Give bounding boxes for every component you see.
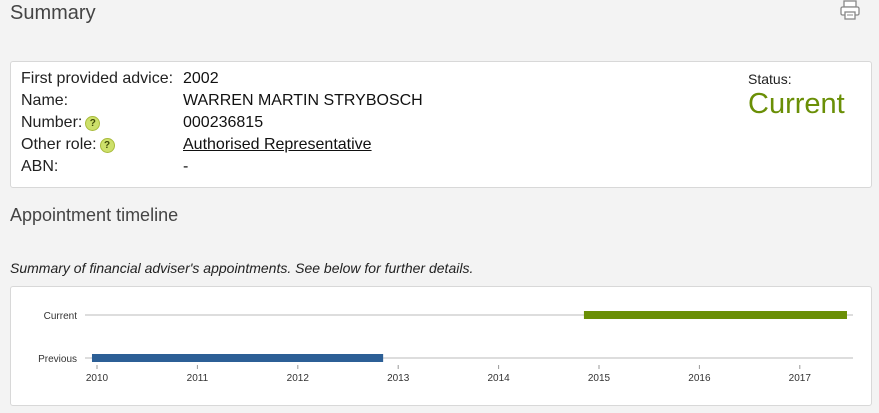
question-mark-help-icon[interactable]: ? xyxy=(85,116,101,131)
field-label: Other role: xyxy=(21,136,97,153)
status-value: Current xyxy=(748,88,845,120)
x-tick-label: 2017 xyxy=(789,373,812,384)
question-mark-help-icon[interactable]: ? xyxy=(99,138,115,153)
field-label: First provided advice: xyxy=(21,70,174,87)
summary-card: First provided advice: 2002 Name: WARREN… xyxy=(10,61,872,188)
x-tick-label: 2011 xyxy=(187,373,209,384)
x-tick-label: 2013 xyxy=(387,373,410,384)
timeline-caption: Summary of financial adviser's appointme… xyxy=(10,260,474,276)
other-role-link[interactable]: Authorised Representative xyxy=(183,136,372,154)
appointment-bar-previous[interactable] xyxy=(91,354,384,362)
status-label: Status: xyxy=(748,71,792,87)
field-label: Number: xyxy=(21,114,83,131)
appointment-bar-current[interactable] xyxy=(583,311,847,319)
x-tick-label: 2015 xyxy=(588,373,611,384)
x-tick-label: 2014 xyxy=(487,373,510,384)
category-label-previous: Previous xyxy=(38,354,77,365)
field-value: 000236815 xyxy=(183,114,264,131)
field-value: 2002 xyxy=(183,70,219,87)
page-title: Summary xyxy=(10,2,96,24)
appointment-timeline-chart: Current Previous 2010 2011 2012 2013 2014 2015 2… xyxy=(10,286,872,406)
x-tick-label: 2012 xyxy=(287,373,310,384)
x-tick-label: 2016 xyxy=(688,373,711,384)
timeline-heading: Appointment timeline xyxy=(10,205,179,225)
field-value: - xyxy=(183,158,189,175)
print-icon[interactable] xyxy=(839,0,861,20)
category-label-current: Current xyxy=(44,311,78,322)
field-label: ABN: xyxy=(21,158,59,175)
field-label: Name: xyxy=(21,92,69,109)
field-value: WARREN MARTIN STRYBOSCH xyxy=(183,92,423,109)
timeline-svg: Current Previous 2010 2011 2012 2013 2014 2015 2… xyxy=(38,311,853,384)
x-tick-label: 2010 xyxy=(86,373,109,384)
